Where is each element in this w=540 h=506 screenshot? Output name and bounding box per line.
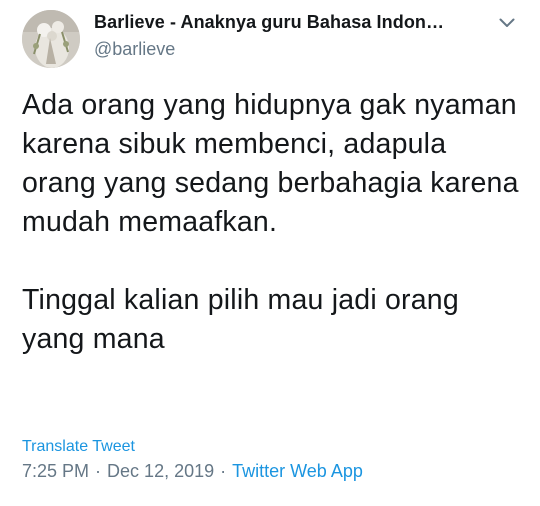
chevron-down-icon — [499, 18, 515, 27]
avatar[interactable] — [22, 10, 80, 68]
tweet-time[interactable]: 7:25 PM — [22, 461, 89, 481]
tweet-card: Barlieve - Anaknya guru Bahasa Indon… @b… — [0, 0, 540, 506]
author-display-name[interactable]: Barlieve - Anaknya guru Bahasa Indon… — [94, 12, 484, 33]
tweet-menu-button[interactable] — [494, 12, 520, 34]
meta-separator-2: · — [220, 461, 227, 481]
avatar-flowers-photo — [22, 10, 80, 68]
meta-separator: · — [95, 461, 102, 481]
tweet-text: Ada orang yang hidupnya gak nyaman karen… — [22, 89, 519, 355]
translate-tweet-link[interactable]: Translate Tweet — [22, 438, 135, 456]
tweet-date[interactable]: Dec 12, 2019 — [107, 461, 214, 481]
tweet-metadata: 7:25 PM · Dec 12, 2019 · Twitter Web App — [22, 461, 363, 482]
tweet-source-link[interactable]: Twitter Web App — [232, 461, 363, 481]
author-handle[interactable]: @barlieve — [94, 39, 175, 60]
